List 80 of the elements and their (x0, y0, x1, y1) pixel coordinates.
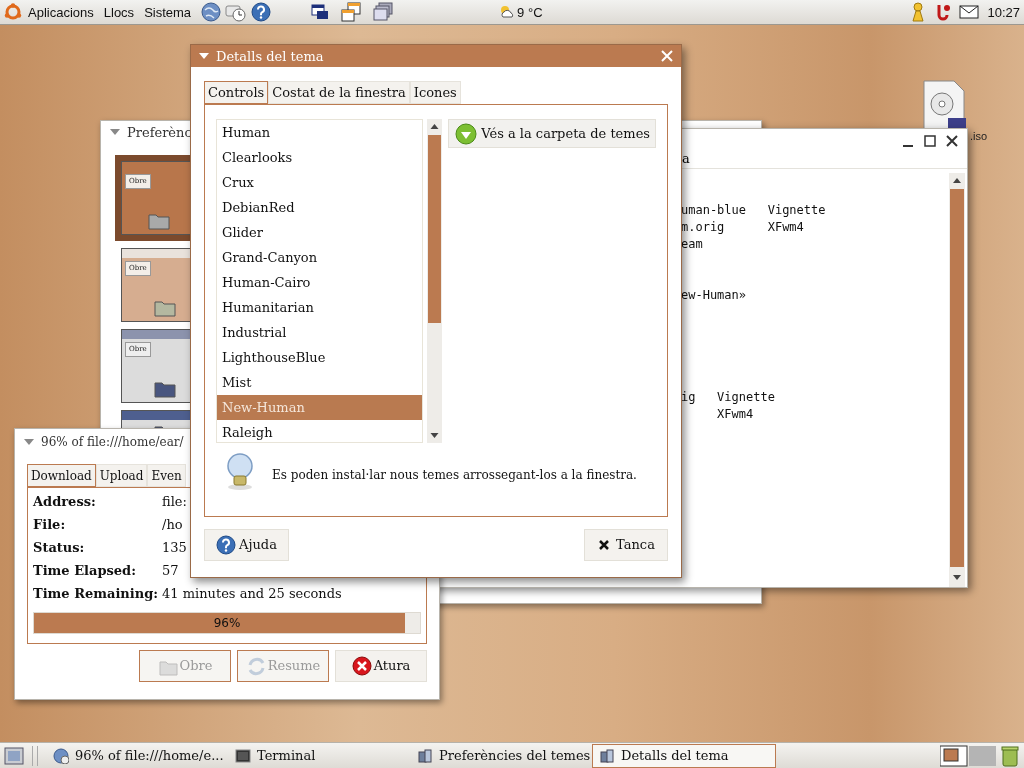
stacked-windows-icon[interactable] (373, 2, 394, 22)
scrollbar-drawing[interactable] (949, 173, 965, 587)
stop-button[interactable]: Atura (335, 650, 427, 682)
field-label: File: (33, 517, 67, 533)
tab[interactable]: Costat de la finestra (268, 81, 410, 104)
window-title: Preferènc (127, 125, 192, 139)
close-icon (597, 538, 612, 552)
taskbar-button[interactable]: 96% of file:///home/e... (46, 743, 226, 768)
menu-item[interactable]: Sistema (144, 5, 192, 19)
maximize-icon[interactable] (923, 134, 937, 148)
progress-text: 96% (212, 615, 242, 632)
close-icon[interactable] (945, 134, 959, 148)
clock-text[interactable]: 10:27 (987, 5, 1020, 19)
tab[interactable]: Download (27, 464, 96, 487)
folder-icon (147, 211, 171, 231)
hint-text: Es poden instal·lar nous temes arrossegant-los a la finestra. (272, 467, 637, 481)
tab[interactable]: Icones (409, 81, 461, 104)
close-button[interactable]: Tanca (584, 529, 668, 561)
globe-icon[interactable] (201, 2, 222, 22)
arrow-down-icon (454, 122, 479, 145)
window-title: 96% of file:///home/ear/ (41, 436, 184, 448)
taskbar-button[interactable]: Terminal (228, 743, 408, 768)
list-item[interactable]: DebianRed (217, 195, 423, 220)
show-desktop-icon[interactable] (4, 746, 24, 765)
tab[interactable]: Even (147, 464, 186, 487)
field-value: file: (162, 494, 187, 510)
list-item[interactable]: Crux (217, 170, 423, 195)
menu-item[interactable]: Llocs (103, 5, 135, 19)
help-button[interactable]: Ajuda (204, 529, 289, 561)
window-icon (599, 747, 615, 764)
list-item[interactable]: Industrial (217, 320, 423, 345)
field-value: 57 (162, 563, 179, 579)
file-label[interactable]: .iso (970, 128, 988, 145)
envelope-icon[interactable] (959, 4, 980, 20)
list-item[interactable]: Humanitarian (217, 295, 423, 320)
list-item[interactable]: Human (217, 120, 423, 145)
clock-icon[interactable] (225, 2, 248, 22)
temperature-text: 9 °C (517, 5, 543, 19)
caret-icon[interactable] (198, 51, 210, 61)
window-icon (417, 747, 433, 764)
overlapping-windows-icon[interactable] (341, 2, 362, 22)
list-item[interactable]: Clearlooks (217, 145, 423, 170)
field-value: 41 minutes and 25 seconds (162, 586, 342, 602)
field-label: Time Elapsed: (33, 563, 137, 579)
tab[interactable]: Controls (204, 81, 269, 104)
cloud-sun-icon (499, 5, 516, 19)
scrollbar-drawing[interactable] (427, 119, 443, 443)
field-value: /ho (162, 517, 183, 533)
menu-item[interactable]: a (682, 151, 690, 166)
help-icon (216, 535, 237, 555)
list-item[interactable]: Glider (217, 220, 423, 245)
window-title: Detalls del tema (216, 49, 324, 63)
folder-icon (153, 379, 177, 399)
taskbar-button[interactable]: Preferències del temes (410, 743, 590, 768)
help-icon[interactable] (251, 2, 272, 22)
caret-icon[interactable] (23, 437, 35, 447)
field-value: 135 (162, 540, 187, 556)
ubuntu-logo-icon[interactable] (4, 3, 22, 21)
workspace-switcher-icon[interactable] (940, 744, 996, 767)
list-item[interactable]: Grand-Canyon (217, 245, 423, 270)
caret-icon[interactable] (109, 127, 121, 137)
field-label: Address: (33, 494, 97, 510)
list-item[interactable]: Mist (217, 370, 423, 395)
list-item[interactable]: Raleigh (217, 420, 423, 442)
tab[interactable]: Upload (95, 464, 148, 487)
windows-icon[interactable] (311, 4, 330, 20)
taskbar-button[interactable]: Detalls del tema (592, 743, 776, 768)
trash-icon[interactable] (1000, 744, 1020, 767)
field-label: Status: (33, 540, 86, 556)
terminal-output: uman-blue Vignette m.orig XFwm4 eam ew-Human» ig Vignette XFwm4 (681, 202, 827, 423)
disc-file-icon[interactable] (920, 80, 968, 130)
list-item[interactable]: LighthouseBlue (217, 345, 423, 370)
field-label: Time Remaining: (33, 586, 160, 602)
terminal-icon (235, 747, 251, 764)
stop-icon (351, 656, 372, 676)
list-item[interactable]: Human-Cairo (217, 270, 423, 295)
globe-icon (53, 747, 69, 764)
menu-item[interactable]: Aplicacions (28, 5, 94, 19)
folder-button[interactable]: Vés a la carpeta de temes (448, 119, 656, 148)
folder-icon (153, 298, 177, 318)
